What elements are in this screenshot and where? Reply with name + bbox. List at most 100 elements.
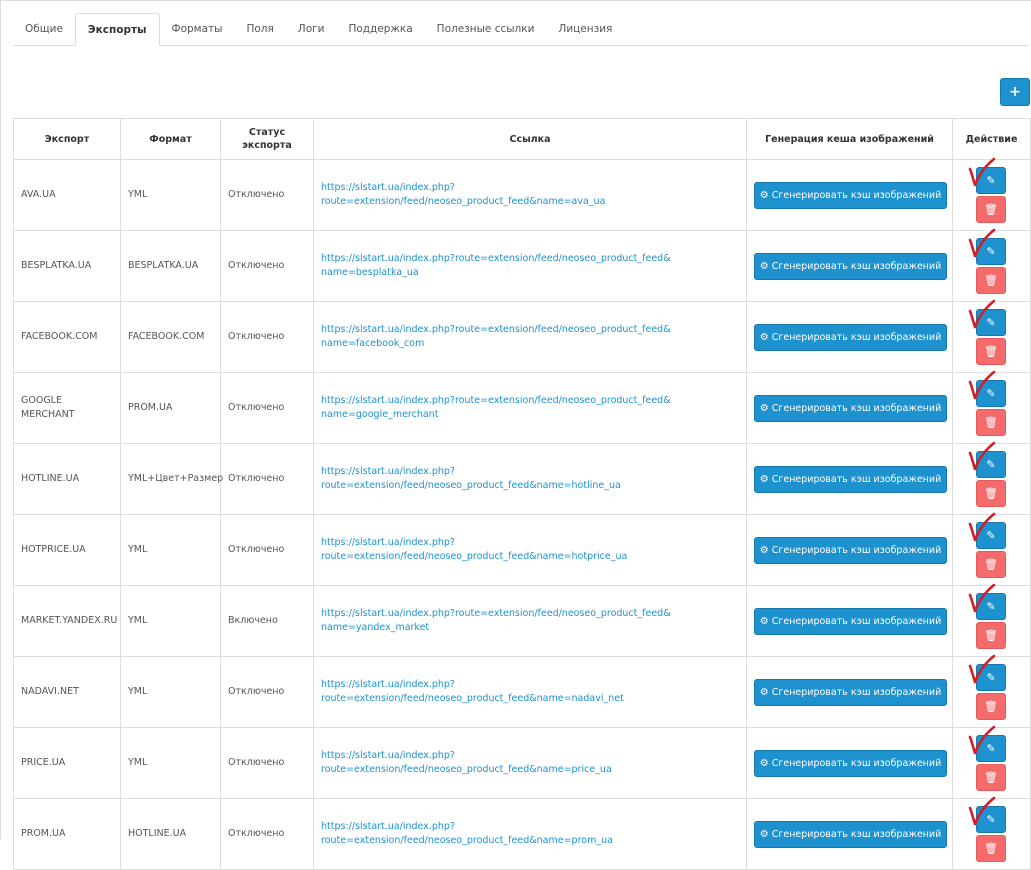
edit-button[interactable]: ✎ xyxy=(976,593,1006,620)
edit-button[interactable]: ✎ xyxy=(976,167,1006,194)
gear-icon: ⚙ xyxy=(759,828,769,840)
pencil-icon: ✎ xyxy=(986,458,996,471)
tab-3[interactable]: Поля xyxy=(234,13,285,45)
edit-button[interactable]: ✎ xyxy=(976,380,1006,407)
pencil-icon: ✎ xyxy=(986,742,996,755)
cell-link: https://slstart.ua/index.php?route=exten… xyxy=(313,301,747,373)
edit-button[interactable]: ✎ xyxy=(976,735,1006,762)
generate-cache-button[interactable]: ⚙ Сгенерировать кэш изображений xyxy=(754,607,947,635)
delete-button[interactable]: 🗑 xyxy=(976,196,1006,223)
delete-button[interactable]: 🗑 xyxy=(976,338,1006,365)
cell-cache: ⚙ Сгенерировать кэш изображений xyxy=(746,372,953,444)
cell-link: https://slstart.ua/index.php?route=exten… xyxy=(313,230,747,302)
cell-format: YML xyxy=(120,656,221,728)
cell-status: Отключено xyxy=(220,727,314,799)
delete-button[interactable]: 🗑 xyxy=(976,409,1006,436)
edit-button[interactable]: ✎ xyxy=(976,451,1006,478)
pencil-icon: ✎ xyxy=(986,671,996,684)
generate-cache-button[interactable]: ⚙ Сгенерировать кэш изображений xyxy=(754,820,947,848)
cell-cache: ⚙ Сгенерировать кэш изображений xyxy=(746,159,953,231)
cell-export: PROM.UA xyxy=(13,798,121,870)
gear-icon: ⚙ xyxy=(759,757,769,769)
feed-link[interactable]: https://slstart.ua/index.php?route=exten… xyxy=(321,324,671,349)
delete-button[interactable]: 🗑 xyxy=(976,267,1006,294)
cell-link: https://slstart.ua/index.php?route=exten… xyxy=(313,514,747,586)
pencil-icon: ✎ xyxy=(986,387,996,400)
feed-link[interactable]: https://slstart.ua/index.php?route=exten… xyxy=(321,608,671,633)
feed-link[interactable]: https://slstart.ua/index.php?route=exten… xyxy=(321,750,612,775)
cell-format: YML xyxy=(120,159,221,231)
edit-button[interactable]: ✎ xyxy=(976,309,1006,336)
feed-link[interactable]: https://slstart.ua/index.php?route=exten… xyxy=(321,466,621,491)
cell-format: PROM.UA xyxy=(120,372,221,444)
delete-button[interactable]: 🗑 xyxy=(976,480,1006,507)
cell-cache: ⚙ Сгенерировать кэш изображений xyxy=(746,443,953,515)
trash-icon: 🗑 xyxy=(984,558,998,571)
feed-link[interactable]: https://slstart.ua/index.php?route=exten… xyxy=(321,537,627,562)
delete-button[interactable]: 🗑 xyxy=(976,551,1006,578)
generate-cache-button[interactable]: ⚙ Сгенерировать кэш изображений xyxy=(754,465,947,493)
generate-cache-button[interactable]: ⚙ Сгенерировать кэш изображений xyxy=(754,749,947,777)
trash-icon: 🗑 xyxy=(984,203,998,216)
generate-cache-button[interactable]: ⚙ Сгенерировать кэш изображений xyxy=(754,252,947,280)
edit-button[interactable]: ✎ xyxy=(976,664,1006,691)
exports-table: Экспорт Формат Статус экспорта Ссылка Ге… xyxy=(13,118,1031,870)
cell-export: PRICE.UA xyxy=(13,727,121,799)
feed-link[interactable]: https://slstart.ua/index.php?route=exten… xyxy=(321,679,624,704)
cell-cache: ⚙ Сгенерировать кэш изображений xyxy=(746,656,953,728)
trash-icon: 🗑 xyxy=(984,771,998,784)
generate-cache-label: Сгенерировать кэш изображений xyxy=(771,260,942,272)
header-status: Статус экспорта xyxy=(220,118,314,160)
add-export-button[interactable]: + xyxy=(1000,78,1030,106)
generate-cache-label: Сгенерировать кэш изображений xyxy=(771,402,942,414)
plus-icon: + xyxy=(1009,84,1021,100)
table-row: AVA.UA YML Отключено https://slstart.ua/ind… xyxy=(13,157,1031,231)
table-header-row: Экспорт Формат Статус экспорта Ссылка Ге… xyxy=(13,118,1031,160)
cell-status: Включено xyxy=(220,585,314,657)
feed-link[interactable]: https://slstart.ua/index.php?route=exten… xyxy=(321,253,671,278)
delete-button[interactable]: 🗑 xyxy=(976,835,1006,862)
generate-cache-button[interactable]: ⚙ Сгенерировать кэш изображений xyxy=(754,678,947,706)
cell-export: AVA.UA xyxy=(13,159,121,231)
edit-button[interactable]: ✎ xyxy=(976,522,1006,549)
trash-icon: 🗑 xyxy=(984,629,998,642)
gear-icon: ⚙ xyxy=(759,615,769,627)
cell-action: ✎ 🗑 xyxy=(952,228,1031,302)
table-row: NADAVI.NET YML Отключено https://slstart.ua… xyxy=(13,654,1031,728)
delete-button[interactable]: 🗑 xyxy=(976,622,1006,649)
delete-button[interactable]: 🗑 xyxy=(976,764,1006,791)
feed-link[interactable]: https://slstart.ua/index.php?route=exten… xyxy=(321,395,671,420)
cell-export: HOTLINE.UA xyxy=(13,443,121,515)
edit-button[interactable]: ✎ xyxy=(976,238,1006,265)
generate-cache-button[interactable]: ⚙ Сгенерировать кэш изображений xyxy=(754,394,947,422)
trash-icon: 🗑 xyxy=(984,345,998,358)
cell-action: ✎ 🗑 xyxy=(952,512,1031,586)
generate-cache-button[interactable]: ⚙ Сгенерировать кэш изображений xyxy=(754,536,947,564)
gear-icon: ⚙ xyxy=(759,260,769,272)
gear-icon: ⚙ xyxy=(759,189,769,201)
cell-export: HOTPRICE.UA xyxy=(13,514,121,586)
tab-7[interactable]: Лицензия xyxy=(546,13,624,45)
table-row: HOTPRICE.UA YML Отключено https://slstart.u… xyxy=(13,512,1031,586)
tab-2[interactable]: Форматы xyxy=(160,13,235,45)
tab-6[interactable]: Полезные ссылки xyxy=(425,13,547,45)
feed-link[interactable]: https://slstart.ua/index.php?route=exten… xyxy=(321,821,613,846)
tab-0[interactable]: Общие xyxy=(13,13,75,45)
delete-button[interactable]: 🗑 xyxy=(976,693,1006,720)
cell-link: https://slstart.ua/index.php?route=exten… xyxy=(313,443,747,515)
trash-icon: 🗑 xyxy=(984,700,998,713)
generate-cache-button[interactable]: ⚙ Сгенерировать кэш изображений xyxy=(754,181,947,209)
tab-4[interactable]: Логи xyxy=(286,13,337,45)
cell-status: Отключено xyxy=(220,301,314,373)
generate-cache-button[interactable]: ⚙ Сгенерировать кэш изображений xyxy=(754,323,947,351)
generate-cache-label: Сгенерировать кэш изображений xyxy=(771,544,942,556)
tab-1[interactable]: Экспорты xyxy=(74,13,160,46)
edit-button[interactable]: ✎ xyxy=(976,806,1006,833)
feed-link[interactable]: https://slstart.ua/index.php?route=exten… xyxy=(321,182,605,207)
generate-cache-label: Сгенерировать кэш изображений xyxy=(771,331,942,343)
cell-action: ✎ 🗑 xyxy=(952,654,1031,728)
trash-icon: 🗑 xyxy=(984,842,998,855)
generate-cache-label: Сгенерировать кэш изображений xyxy=(771,473,942,485)
cell-action: ✎ 🗑 xyxy=(952,370,1031,444)
tab-5[interactable]: Поддержка xyxy=(336,13,424,45)
